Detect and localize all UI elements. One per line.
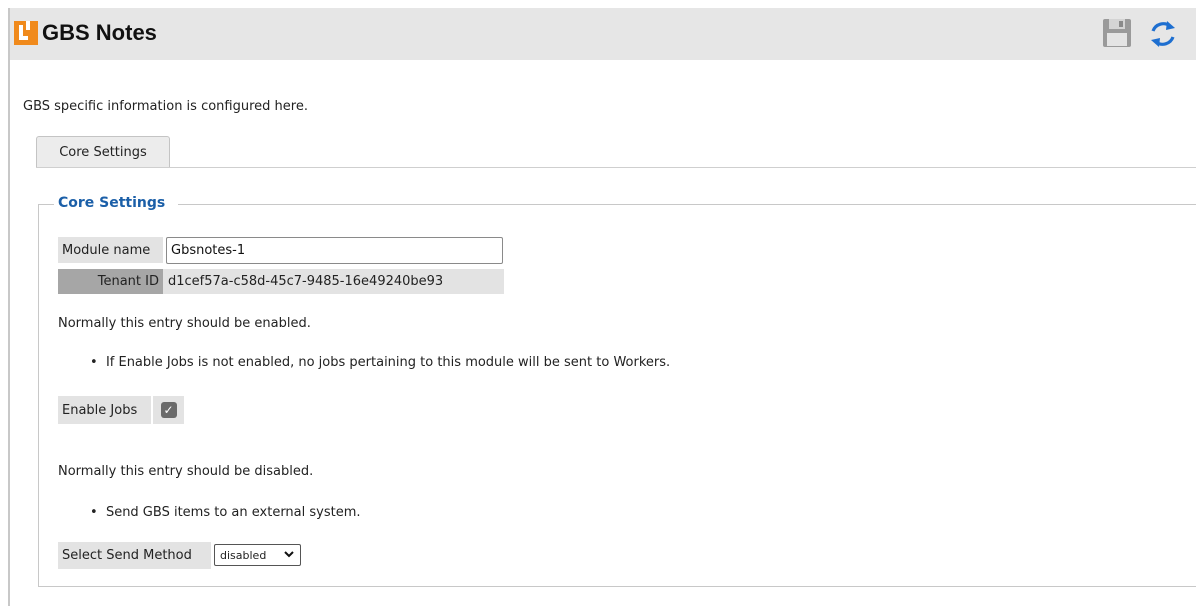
enable-jobs-bullet-text: If Enable Jobs is not enabled, no jobs p… bbox=[105, 355, 671, 370]
bullet-dot: • bbox=[90, 355, 106, 370]
send-method-label: Select Send Method bbox=[58, 542, 211, 569]
bullet-dot: • bbox=[90, 505, 106, 520]
send-method-select[interactable]: disabled bbox=[214, 544, 301, 566]
page-top-gap bbox=[0, 0, 1196, 8]
module-name-label: Module name bbox=[58, 237, 163, 263]
send-method-note: Normally this entry should be disabled. bbox=[58, 464, 314, 479]
refresh-icon[interactable] bbox=[1148, 19, 1178, 49]
tab-label: Core Settings bbox=[59, 144, 147, 160]
tab-core-settings[interactable]: Core Settings bbox=[36, 136, 170, 167]
app-logo-icon bbox=[14, 21, 38, 45]
tenant-id-label: Tenant ID bbox=[58, 269, 163, 294]
fieldset-border bbox=[178, 204, 1196, 205]
send-method-bullet-text: Send GBS items to an external system. bbox=[105, 505, 361, 520]
page-title: GBS Notes bbox=[42, 20, 157, 45]
enable-jobs-cell: ✓ bbox=[153, 396, 184, 424]
send-method-bullet: • Send GBS items to an external system. bbox=[90, 505, 361, 520]
tenant-id-value: d1cef57a-c58d-45c7-9485-16e49240be93 bbox=[163, 269, 504, 294]
enable-jobs-bullet: • If Enable Jobs is not enabled, no jobs… bbox=[90, 355, 670, 370]
enable-jobs-note: Normally this entry should be enabled. bbox=[58, 316, 311, 331]
send-method-value: disabled bbox=[220, 548, 267, 562]
module-name-input[interactable] bbox=[166, 237, 503, 264]
chevron-down-icon bbox=[284, 551, 294, 558]
tab-divider bbox=[36, 167, 1196, 168]
enable-jobs-label: Enable Jobs bbox=[58, 396, 151, 424]
fieldset-border bbox=[38, 204, 54, 205]
fieldset-legend: Core Settings bbox=[58, 195, 166, 211]
left-border bbox=[8, 8, 10, 606]
save-icon[interactable] bbox=[1102, 18, 1132, 48]
page-description: GBS specific information is configured h… bbox=[23, 99, 308, 114]
page-header: GBS Notes bbox=[10, 8, 1196, 60]
enable-jobs-checkbox[interactable]: ✓ bbox=[160, 402, 177, 418]
